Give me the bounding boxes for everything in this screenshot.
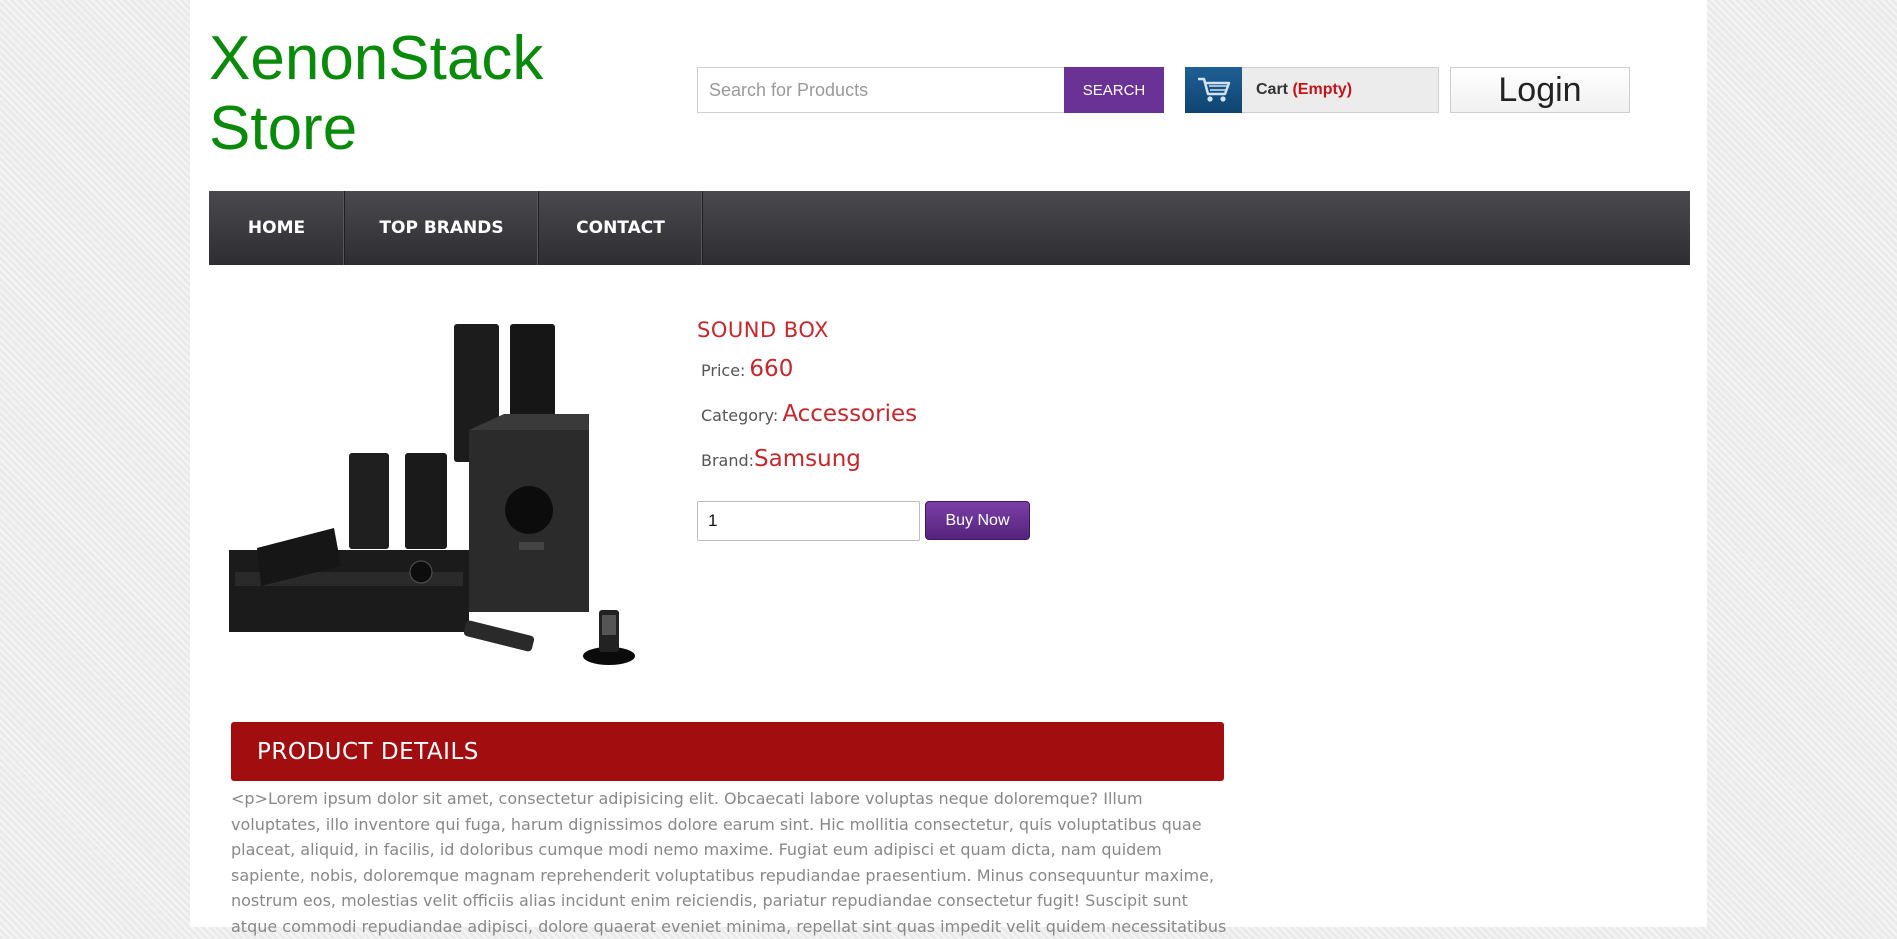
cart-icon: [1185, 67, 1242, 113]
logo-line-1: XenonStack: [209, 24, 544, 93]
store-logo[interactable]: XenonStack Store: [209, 24, 669, 164]
cart-text: Cart (Empty): [1256, 81, 1352, 99]
category-label: Category:: [701, 406, 779, 425]
product-description: <p>Lorem ipsum dolor sit amet, consectet…: [231, 789, 1227, 936]
product-title: SOUND BOX: [697, 318, 829, 342]
cart-widget[interactable]: Cart (Empty): [1185, 67, 1439, 113]
nav-item-top-brands[interactable]: TOP BRANDS: [345, 191, 539, 265]
cart-status: (Empty): [1292, 81, 1353, 98]
nav-item-home[interactable]: HOME: [209, 191, 345, 265]
product-image: [229, 310, 669, 690]
product-details-heading: PRODUCT DETAILS: [257, 738, 479, 765]
search-input[interactable]: [698, 68, 1067, 112]
search-bar: SEARCH: [697, 67, 1164, 113]
page-container: XenonStack Store SEARCH Cart (Empty) Log…: [190, 0, 1707, 936]
nav-item-contact[interactable]: CONTACT: [539, 191, 703, 265]
price-label: Price:: [701, 361, 746, 380]
search-button[interactable]: SEARCH: [1064, 67, 1164, 113]
buy-now-button[interactable]: Buy Now: [925, 501, 1030, 540]
cart-label: Cart: [1256, 81, 1289, 98]
logo-line-2: Store: [209, 94, 358, 163]
product-category: Category: Accessories: [701, 401, 917, 427]
quantity-input[interactable]: [697, 501, 920, 541]
category-value: Accessories: [782, 401, 918, 427]
login-button[interactable]: Login: [1450, 67, 1630, 113]
main-navigation: HOME TOP BRANDS CONTACT: [209, 191, 1690, 265]
brand-value: Samsung: [754, 446, 861, 472]
brand-label: Brand:: [701, 451, 755, 470]
price-value: 660: [749, 356, 794, 382]
product-details-header: PRODUCT DETAILS: [231, 722, 1224, 781]
product-brand: Brand:Samsung: [701, 446, 861, 472]
product-price: Price: 660: [701, 356, 793, 382]
